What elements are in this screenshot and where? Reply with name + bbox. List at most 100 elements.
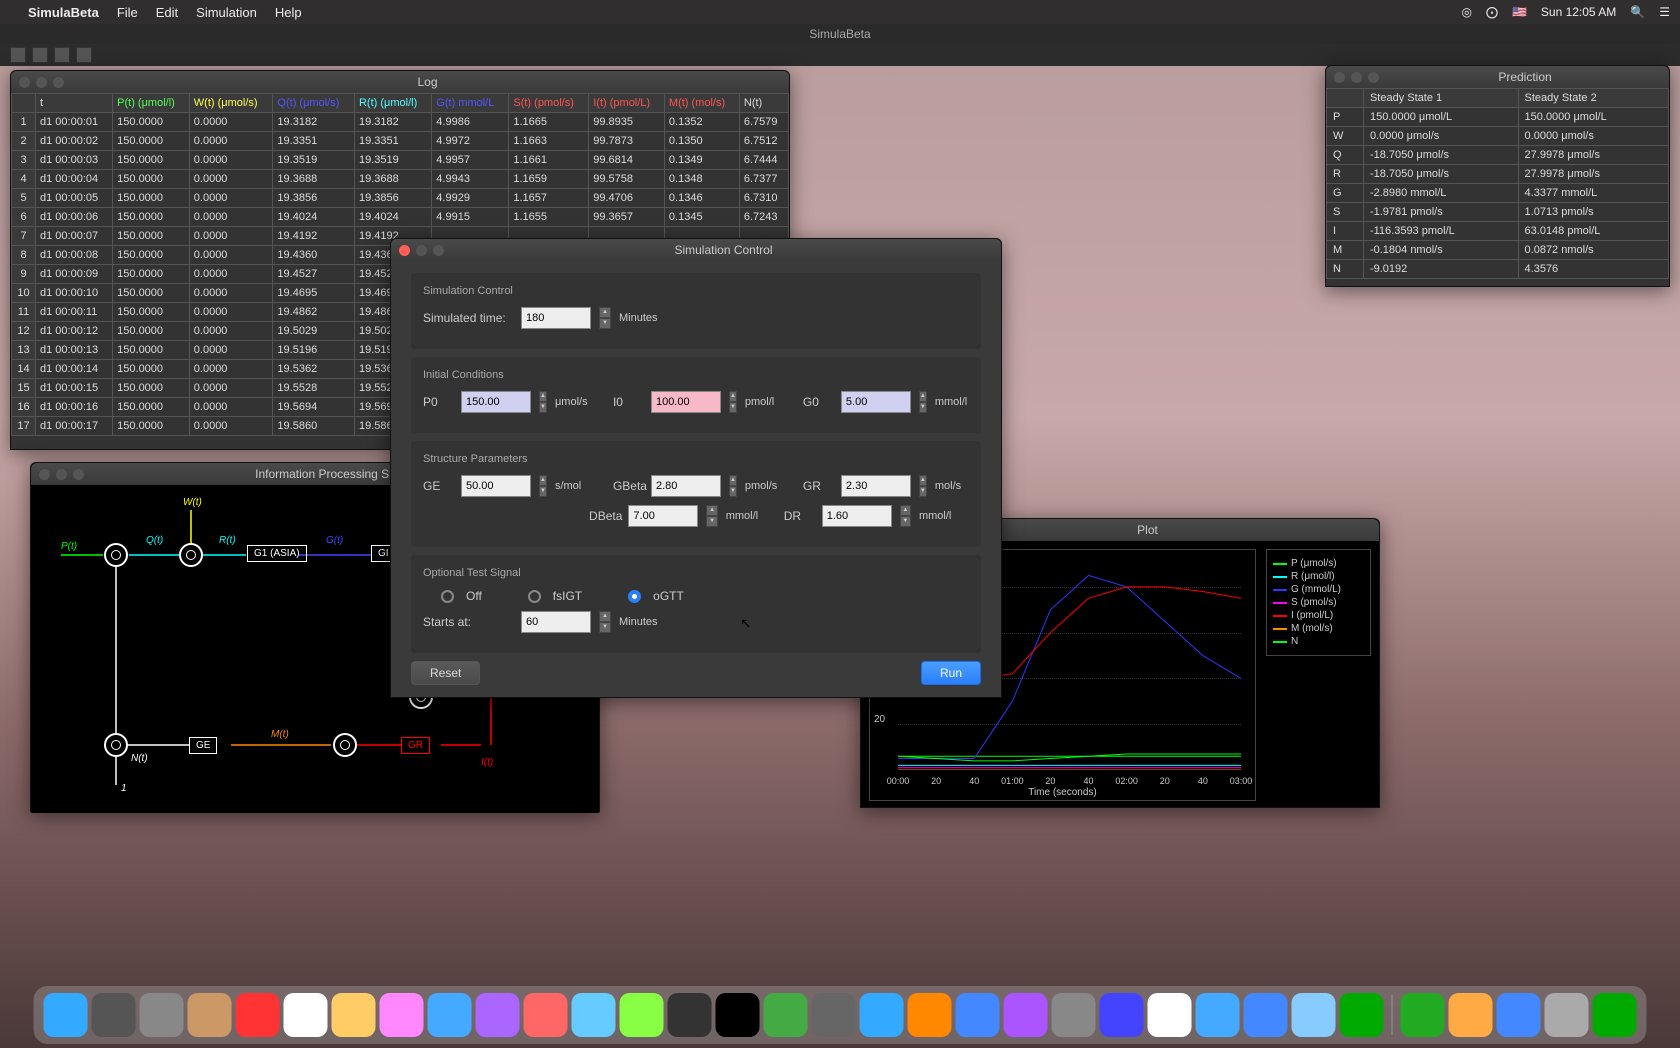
dock-app-icon[interactable] <box>1449 993 1493 1037</box>
dock-app-icon[interactable] <box>476 993 520 1037</box>
dock-app-icon[interactable] <box>956 993 1000 1037</box>
run-button[interactable]: Run <box>921 661 981 685</box>
log-cell: d1 00:00:08 <box>36 246 113 265</box>
dock-app-icon[interactable] <box>284 993 328 1037</box>
toolbar-settings-icon[interactable] <box>76 47 92 63</box>
dock-app-icon[interactable] <box>620 993 664 1037</box>
dock-app-icon[interactable] <box>332 993 376 1037</box>
dock-app-icon[interactable] <box>236 993 280 1037</box>
dr-input[interactable] <box>822 505 892 527</box>
tray-icon[interactable]: ◎ <box>1461 5 1471 19</box>
starts-input[interactable] <box>521 611 591 633</box>
g0-input[interactable] <box>841 391 911 413</box>
gr-input[interactable] <box>841 475 911 497</box>
table-row[interactable]: 6d1 00:00:06150.00000.000019.402419.4024… <box>12 208 789 227</box>
minimize-icon[interactable] <box>416 245 427 256</box>
menu-edit[interactable]: Edit <box>156 5 178 20</box>
menu-file[interactable]: File <box>117 5 138 20</box>
menu-simulation[interactable]: Simulation <box>196 5 257 20</box>
table-row[interactable]: 3d1 00:00:03150.00000.000019.351919.3519… <box>12 151 789 170</box>
search-icon[interactable]: 🔍 <box>1630 5 1645 19</box>
table-row[interactable]: 5d1 00:00:05150.00000.000019.385619.3856… <box>12 189 789 208</box>
zoom-icon[interactable] <box>433 245 444 256</box>
dock-app-icon[interactable] <box>1148 993 1192 1037</box>
dock-app-icon[interactable] <box>1340 993 1384 1037</box>
close-icon[interactable] <box>19 77 30 88</box>
dock-app-icon[interactable] <box>716 993 760 1037</box>
close-icon[interactable] <box>39 469 50 480</box>
dock-app-icon[interactable] <box>428 993 472 1037</box>
ge-input[interactable] <box>461 475 531 497</box>
dr-stepper[interactable]: ▲▼ <box>900 505 911 527</box>
dock-app-icon[interactable] <box>572 993 616 1037</box>
simtime-stepper[interactable]: ▲▼ <box>599 307 611 329</box>
simcontrol-titlebar[interactable]: Simulation Control <box>391 239 1001 261</box>
log-titlebar[interactable]: Log <box>11 71 789 93</box>
dock-app-icon[interactable] <box>140 993 184 1037</box>
p0-input[interactable] <box>461 391 531 413</box>
zoom-icon[interactable] <box>73 469 84 480</box>
dbeta-input[interactable] <box>628 505 698 527</box>
control-center-icon[interactable]: ☰ <box>1659 5 1670 19</box>
p0-stepper[interactable]: ▲▼ <box>539 391 547 413</box>
gbeta-stepper[interactable]: ▲▼ <box>729 475 737 497</box>
ge-stepper[interactable]: ▲▼ <box>539 475 547 497</box>
dock-app-icon[interactable] <box>1292 993 1336 1037</box>
dock-app-icon[interactable] <box>860 993 904 1037</box>
g0-stepper[interactable]: ▲▼ <box>919 391 927 413</box>
table-row[interactable]: 2d1 00:00:02150.00000.000019.335119.3351… <box>12 132 789 151</box>
table-row[interactable]: 1d1 00:00:01150.00000.000019.318219.3182… <box>12 113 789 132</box>
dock-app-icon[interactable] <box>1401 993 1445 1037</box>
radio-ogtt[interactable] <box>628 590 641 603</box>
minimize-icon[interactable] <box>56 469 67 480</box>
table-row[interactable]: 4d1 00:00:04150.00000.000019.368819.3688… <box>12 170 789 189</box>
i0-input[interactable] <box>651 391 721 413</box>
minimize-icon[interactable] <box>36 77 47 88</box>
toolbar-open-icon[interactable] <box>32 47 48 63</box>
dock-app-icon[interactable] <box>1545 993 1589 1037</box>
starts-stepper[interactable]: ▲▼ <box>599 611 611 633</box>
dock-app-icon[interactable] <box>1196 993 1240 1037</box>
radio-fsigt[interactable] <box>528 590 541 603</box>
toolbar-new-icon[interactable] <box>10 47 26 63</box>
zoom-icon[interactable] <box>1368 72 1379 83</box>
dock-app-icon[interactable] <box>764 993 808 1037</box>
minimize-icon[interactable] <box>1351 72 1362 83</box>
dock-app-icon[interactable] <box>908 993 952 1037</box>
log-cell: 19.3519 <box>354 151 431 170</box>
close-icon[interactable] <box>399 245 410 256</box>
dock-app-icon[interactable] <box>92 993 136 1037</box>
i0-stepper[interactable]: ▲▼ <box>729 391 737 413</box>
dock-app-icon[interactable] <box>1244 993 1288 1037</box>
dock-app-icon[interactable] <box>524 993 568 1037</box>
log-cell: 0.0000 <box>189 398 273 417</box>
dock-app-icon[interactable] <box>1497 993 1541 1037</box>
dock-app-icon[interactable] <box>1100 993 1144 1037</box>
pred-cell: -116.3593 pmol/L <box>1363 222 1518 241</box>
dbeta-stepper[interactable]: ▲▼ <box>706 505 717 527</box>
flag-icon[interactable]: 🇺🇸 <box>1512 5 1527 19</box>
menu-help[interactable]: Help <box>275 5 302 20</box>
toolbar-save-icon[interactable] <box>54 47 70 63</box>
wifi-icon[interactable]: ⨀ <box>1486 5 1498 19</box>
dock-app-icon[interactable] <box>812 993 856 1037</box>
dock-app-icon[interactable] <box>380 993 424 1037</box>
clock[interactable]: Sun 12:05 AM <box>1541 5 1616 19</box>
radio-off[interactable] <box>441 590 454 603</box>
gr-stepper[interactable]: ▲▼ <box>919 475 927 497</box>
dock-app-icon[interactable] <box>1593 993 1637 1037</box>
dock-app-icon[interactable] <box>1004 993 1048 1037</box>
gbeta-input[interactable] <box>651 475 721 497</box>
simtime-input[interactable] <box>521 307 591 329</box>
zoom-icon[interactable] <box>53 77 64 88</box>
pred-cell: N <box>1327 260 1364 279</box>
log-header: M(t) (mol/s) <box>664 94 739 113</box>
reset-button[interactable]: Reset <box>411 661 480 685</box>
dock-app-icon[interactable] <box>668 993 712 1037</box>
dock-app-icon[interactable] <box>44 993 88 1037</box>
close-icon[interactable] <box>1334 72 1345 83</box>
prediction-titlebar[interactable]: Prediction <box>1326 66 1669 88</box>
dock-app-icon[interactable] <box>188 993 232 1037</box>
dock-app-icon[interactable] <box>1052 993 1096 1037</box>
app-name[interactable]: SimulaBeta <box>28 5 99 20</box>
